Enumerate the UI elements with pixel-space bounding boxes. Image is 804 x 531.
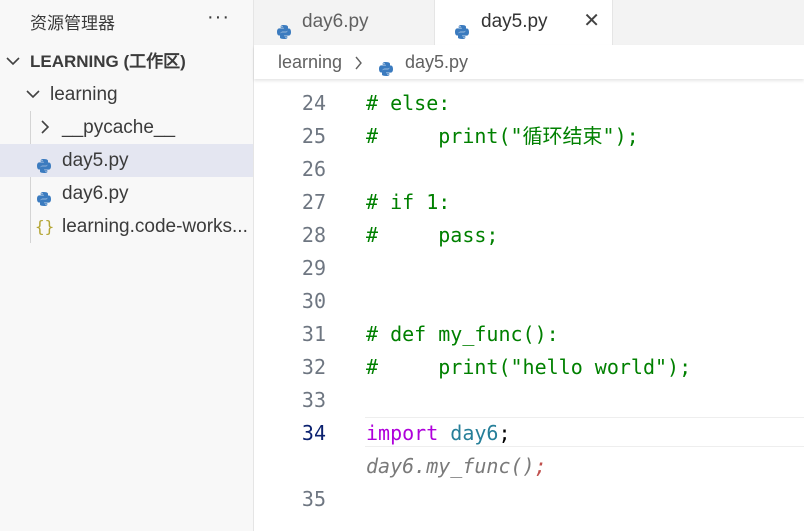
python-file-icon: [36, 185, 52, 206]
line-number-active: 34: [301, 421, 326, 445]
line-number: 32: [301, 355, 326, 379]
python-file-icon: [276, 13, 292, 39]
workspace-header[interactable]: LEARNING (工作区): [0, 45, 253, 78]
tree-item-label: learning.code-works...: [62, 216, 248, 237]
line-number: 24: [301, 91, 326, 115]
line-number: 29: [301, 256, 326, 280]
chevron-right-icon: [40, 111, 54, 144]
ghost-suggestion-text: day6.my_func(): [366, 454, 535, 478]
line-number: 31: [301, 322, 326, 346]
tree-item-label: __pycache__: [62, 117, 176, 138]
code-line-import[interactable]: import day6;: [366, 417, 511, 450]
line-number: 30: [301, 289, 326, 313]
tab-bar: day6.py day5.py ✕: [254, 0, 804, 45]
code-line[interactable]: # else:: [366, 87, 450, 120]
tab-day5[interactable]: day5.py ✕: [435, 0, 613, 45]
python-file-icon: [36, 152, 52, 173]
more-actions-icon[interactable]: ···: [207, 6, 230, 29]
tab-label: day6.py: [302, 11, 369, 32]
tab-day6[interactable]: day6.py: [254, 0, 435, 45]
folder-label: learning: [50, 84, 118, 105]
line-number: 26: [301, 157, 326, 181]
close-icon[interactable]: ✕: [583, 0, 600, 43]
code-line[interactable]: # print("循环结束");: [366, 120, 639, 153]
tree-folder-learning[interactable]: learning: [0, 78, 253, 111]
tree-item-pycache[interactable]: __pycache__: [0, 111, 253, 144]
json-braces-icon: {}: [35, 217, 55, 236]
tree-item-label: day6.py: [62, 183, 129, 204]
line-number: 35: [301, 487, 326, 511]
tree-item-label: day5.py: [62, 150, 129, 171]
breadcrumb-folder[interactable]: learning: [278, 45, 342, 79]
line-number: 33: [301, 388, 326, 412]
line-number: 25: [301, 124, 326, 148]
code-line[interactable]: # if 1:: [366, 186, 450, 219]
code-line[interactable]: # def my_func():: [366, 318, 559, 351]
ghost-suggestion: day6.my_func();: [366, 450, 547, 483]
breadcrumb: learning day5.py: [254, 45, 804, 79]
module-name: day6: [450, 421, 499, 445]
code-line[interactable]: # pass;: [366, 219, 498, 252]
chevron-down-icon: [26, 78, 40, 111]
chevron-down-icon: [6, 45, 20, 78]
explorer-sidebar: 资源管理器 ··· LEARNING (工作区) learning __pyca…: [0, 0, 254, 531]
tree-item-day6[interactable]: day6.py: [0, 177, 253, 210]
import-keyword: import: [366, 421, 439, 445]
line-number: 27: [301, 190, 326, 214]
line-number: 28: [301, 223, 326, 247]
python-file-icon: [454, 13, 470, 39]
code-editor[interactable]: 24 # else: 25 # print("循环结束"); 26 27 # i…: [254, 79, 804, 531]
breadcrumb-file[interactable]: day5.py: [405, 45, 468, 79]
workspace-label: LEARNING (工作区): [30, 52, 186, 71]
tree-item-day5[interactable]: day5.py: [0, 144, 253, 177]
code-line[interactable]: # print("hello world");: [366, 351, 691, 384]
tree-item-workspace-file[interactable]: {} learning.code-works...: [0, 210, 253, 243]
ghost-suggestion-semicolon: ;: [534, 454, 547, 478]
explorer-title: 资源管理器: [30, 14, 115, 33]
python-file-icon: [378, 54, 394, 76]
tab-label: day5.py: [481, 11, 548, 32]
semicolon: ;: [498, 421, 511, 445]
